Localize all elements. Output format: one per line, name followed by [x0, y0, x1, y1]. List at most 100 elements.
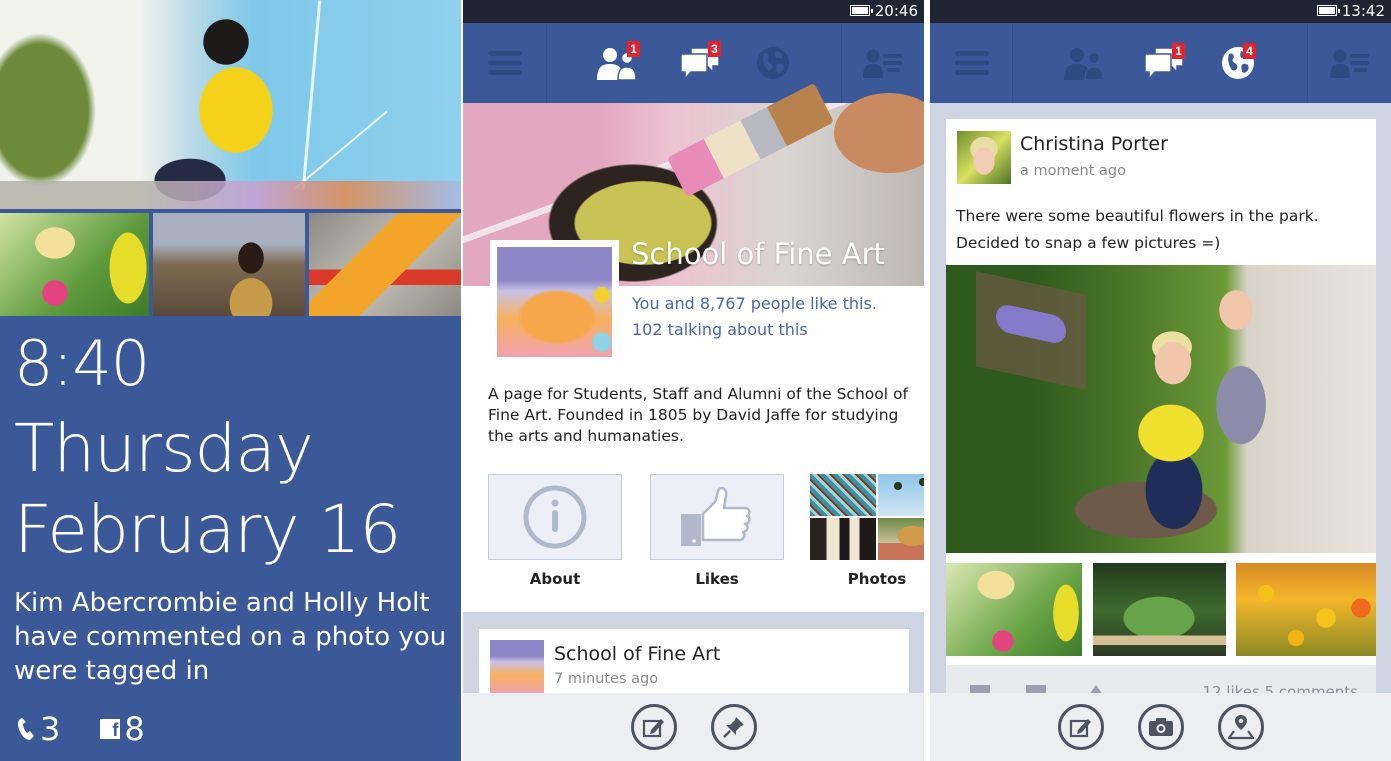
pin-icon: [722, 717, 744, 738]
lock-notification: Kim Abercrombie and Holly Holt have comm…: [14, 588, 447, 686]
tile-likes-label: Likes: [695, 570, 739, 588]
post-author[interactable]: School of Fine Art: [554, 643, 720, 665]
post-message-line: Decided to snap a few pictures =): [956, 234, 1221, 252]
mural-base: [0, 181, 461, 209]
app-bar: [930, 693, 1391, 761]
status-clock: 20:46: [874, 2, 918, 20]
post-avatar[interactable]: [490, 640, 544, 694]
photo-thumbnail[interactable]: [1236, 563, 1376, 656]
page-title: School of Fine Art: [631, 237, 885, 271]
tile-about[interactable]: About: [488, 474, 622, 588]
photo-thumbnail: [810, 474, 876, 516]
friend-requests-tab[interactable]: [1060, 23, 1110, 103]
page-likes-link[interactable]: You and 8,767 people like this.: [632, 294, 877, 313]
post-message: There were some beautiful flowers in the…: [956, 203, 1366, 257]
messages-tab[interactable]: 3: [675, 23, 725, 103]
menu-button[interactable]: [463, 23, 546, 103]
status-button[interactable]: [1057, 704, 1104, 750]
status-bar: 20:46: [463, 0, 924, 23]
menu-button[interactable]: [930, 23, 1013, 103]
photo-thumbnail[interactable]: [946, 563, 1082, 656]
post-main-photo[interactable]: [946, 265, 1376, 553]
lock-counts: 3 f 8: [16, 710, 145, 748]
lock-screen: 8:40 Thursday February 16 Kim Abercrombi…: [0, 0, 461, 761]
page-profile-picture[interactable]: [490, 240, 619, 364]
compose-icon: [642, 719, 664, 738]
page-description: A page for Students, Staff and Alumni of…: [488, 385, 908, 445]
lock-day: Thursday: [14, 410, 314, 487]
feed-post[interactable]: Christina Porter a moment ago There were…: [946, 119, 1376, 705]
menu-icon: [487, 51, 522, 75]
notifications-tab[interactable]: [748, 23, 798, 103]
messages-badge: 1: [1172, 43, 1185, 59]
nav-bar: 1 4: [930, 23, 1391, 103]
friend-requests-tab[interactable]: 1: [593, 23, 643, 103]
tile-likes[interactable]: Likes: [650, 474, 784, 588]
photo-thumbnail: [153, 213, 305, 316]
phone-icon: [18, 718, 34, 740]
post-time: a moment ago: [1020, 163, 1126, 179]
messages-badge: 3: [708, 41, 721, 57]
contacts-list-icon: [863, 49, 902, 78]
contacts-button[interactable]: [1308, 23, 1391, 103]
photo-thumbnail: [810, 518, 876, 560]
compose-button[interactable]: [630, 704, 677, 750]
info-icon: [523, 485, 587, 549]
divider: [1012, 23, 1013, 103]
status-clock: 13:42: [1341, 2, 1385, 20]
phone-count-value: 3: [40, 710, 61, 748]
friend-requests-badge: 1: [627, 41, 640, 57]
photo-thumbnail: [309, 213, 461, 316]
tile-photos[interactable]: Photos: [810, 474, 924, 588]
check-in-button[interactable]: [1217, 704, 1264, 750]
facebook-count: f 8: [100, 710, 145, 748]
photo-thumbnails: [0, 213, 461, 316]
thumbs-up-icon: [681, 486, 751, 546]
notifications-globe-icon: [757, 47, 789, 79]
hand: [834, 93, 924, 173]
post-photo-thumbnails: [946, 563, 1376, 656]
post-message-line: There were some beautiful flowers in the…: [956, 207, 1319, 225]
tile-about-box: [488, 474, 622, 560]
post-avatar[interactable]: [957, 131, 1011, 184]
page-tiles: About Likes Photos: [488, 474, 924, 594]
photo-thumbnail: [878, 518, 924, 560]
facebook-count-value: 8: [124, 710, 145, 748]
pin-button[interactable]: [710, 704, 757, 750]
battery-icon: [1317, 5, 1340, 16]
lock-time: 8:40: [14, 327, 150, 400]
tile-about-label: About: [529, 570, 581, 588]
nav-bar: 1 3: [463, 23, 924, 103]
contacts-list-icon: [1329, 49, 1369, 78]
page-talking-link[interactable]: 102 talking about this: [632, 320, 808, 339]
compose-icon: [1069, 719, 1091, 738]
lock-date: February 16: [14, 491, 401, 568]
mural-branch: [301, 0, 322, 190]
menu-icon: [954, 51, 989, 75]
divider: [546, 23, 547, 103]
profile-image: [497, 247, 612, 357]
camera-icon: [1148, 718, 1173, 736]
status-bar: 13:42: [930, 0, 1391, 23]
check-in-icon: [1227, 715, 1254, 740]
friend-requests-icon: [1064, 48, 1104, 80]
app-bar: [463, 693, 924, 761]
photos-thumbnail: [810, 474, 924, 560]
post-time: 7 minutes ago: [554, 671, 659, 687]
post-author[interactable]: Christina Porter: [1020, 133, 1168, 155]
photo-button[interactable]: [1137, 704, 1184, 750]
photo-thumbnail[interactable]: [1093, 563, 1226, 656]
battery-icon: [850, 5, 873, 16]
notifications-badge: 4: [1243, 43, 1256, 59]
notifications-tab[interactable]: 4: [1213, 23, 1263, 103]
hero-photo: [0, 0, 461, 209]
tile-photos-label: Photos: [847, 570, 907, 588]
photo-thumbnail: [878, 474, 924, 516]
contacts-button[interactable]: [842, 23, 924, 103]
facebook-icon: f: [100, 719, 121, 740]
phone-count: 3: [16, 710, 60, 748]
photo-thumbnail: [0, 213, 149, 316]
feed-screen: 13:42 1 4 Christina Porter a moment ago …: [930, 0, 1391, 761]
page-screen: 20:46 1 3 School of Fine Art You and 8,7…: [463, 0, 924, 761]
messages-tab[interactable]: 1: [1139, 23, 1189, 103]
